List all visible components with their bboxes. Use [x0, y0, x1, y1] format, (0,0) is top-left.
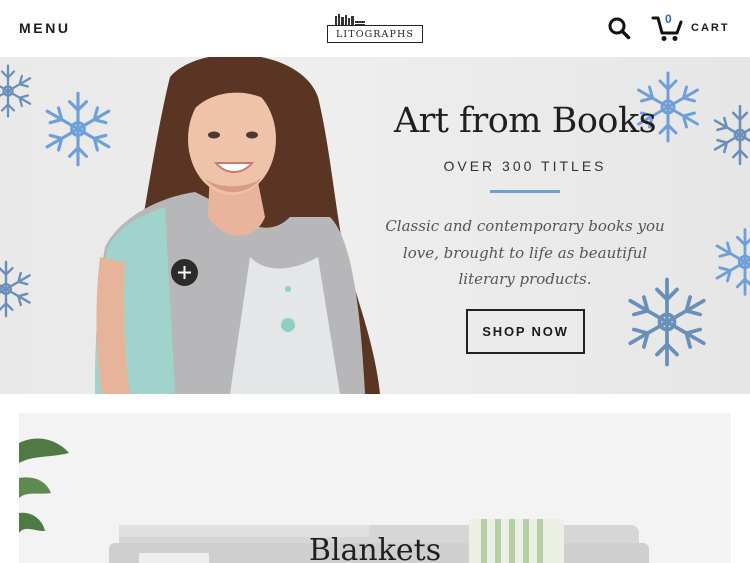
snowflake-icon: [0, 64, 32, 118]
snowflake-icon: [45, 91, 111, 167]
hero-divider: [490, 190, 560, 193]
hotspot-plus-button[interactable]: [171, 259, 198, 286]
menu-button[interactable]: MENU: [19, 20, 71, 36]
hero-title: Art from Books: [393, 101, 657, 141]
hero-description: Classic and contemporary books you love,…: [385, 217, 665, 288]
category-title: Blankets: [308, 533, 442, 563]
books-logo-icon: [335, 14, 365, 26]
search-icon[interactable]: [607, 16, 631, 40]
logo-text: LITOGRAPHS: [336, 28, 414, 40]
logo-wordmark: LITOGRAPHS: [327, 25, 423, 43]
snowflake-icon: [713, 104, 750, 166]
category-card-blankets[interactable]: Blankets: [19, 413, 731, 563]
snowflake-icon: [715, 228, 750, 296]
snowflake-icon: [0, 260, 31, 318]
site-logo[interactable]: LITOGRAPHS: [327, 12, 423, 44]
model-figure: [95, 57, 380, 394]
plus-icon: [178, 266, 191, 279]
hero-subtitle: OVER 300 TITLES: [443, 158, 607, 174]
site-header: MENU LITOGRAPHS 0 CART: [0, 0, 750, 57]
hero-banner: Art from Books OVER 300 TITLES Classic a…: [0, 57, 750, 394]
shop-now-button[interactable]: SHOP NOW: [466, 309, 585, 354]
cart-link[interactable]: CART: [691, 22, 730, 34]
cart-count-badge: 0: [665, 12, 672, 26]
